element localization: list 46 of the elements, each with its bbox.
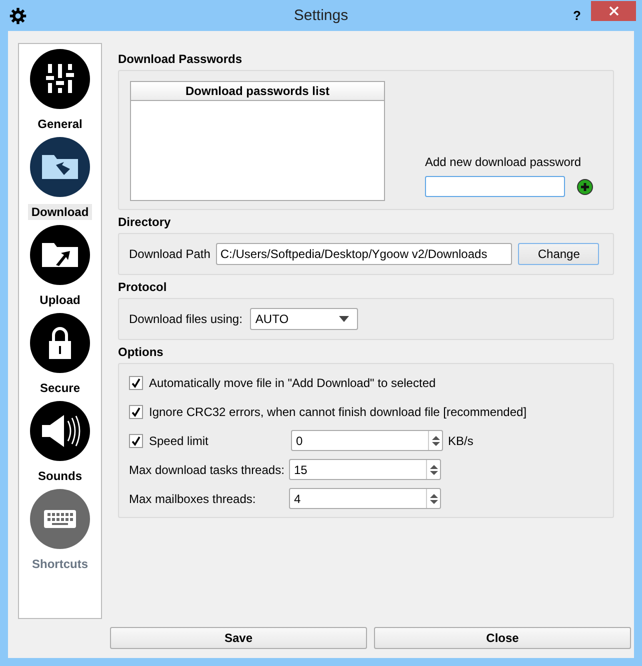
spin-arrows-icon bbox=[432, 434, 440, 446]
option-label: Automatically move file in "Add Download" to selected bbox=[149, 376, 436, 390]
sliders-icon bbox=[30, 49, 90, 109]
field-label: Add new download password bbox=[425, 155, 582, 169]
change-button[interactable]: Change bbox=[518, 243, 600, 265]
unit-label: KB/s bbox=[448, 434, 474, 448]
close-dialog-button[interactable]: Close bbox=[374, 627, 631, 649]
number-spinbox[interactable]: 4 bbox=[289, 488, 441, 509]
path-field[interactable]: C:/Users/Softpedia/Desktop/Ygoow v2/Downloads bbox=[216, 243, 512, 265]
close-button[interactable] bbox=[591, 0, 636, 20]
checkbox[interactable] bbox=[129, 404, 143, 418]
caret-icon bbox=[339, 316, 350, 322]
option-label: Max mailboxes threads: bbox=[129, 492, 257, 506]
number-spinbox[interactable]: 15 bbox=[289, 459, 441, 480]
number-spinbox[interactable]: 0 bbox=[291, 430, 443, 451]
sidebar-item[interactable]: Download bbox=[28, 137, 92, 225]
section-heading: Options bbox=[118, 345, 164, 359]
option-label: Max download tasks threads: bbox=[129, 462, 286, 476]
checkbox[interactable] bbox=[129, 376, 143, 390]
add-icon[interactable] bbox=[577, 178, 593, 194]
sidebar-item[interactable]: Secure bbox=[30, 313, 90, 401]
spin-arrows-icon bbox=[430, 464, 438, 476]
padlock-icon bbox=[30, 313, 90, 373]
sidebar-item[interactable]: General bbox=[30, 49, 90, 137]
close-icon bbox=[608, 6, 618, 16]
section-heading: Download Passwords bbox=[118, 52, 244, 66]
field-label: Download files using: bbox=[129, 312, 242, 326]
option-label: Speed limit bbox=[149, 434, 210, 448]
speaker-icon bbox=[30, 401, 90, 461]
window-title: Settings bbox=[294, 7, 348, 24]
column-header: Download passwords list bbox=[131, 82, 384, 101]
protocol-dropdown[interactable]: AUTO bbox=[250, 308, 358, 330]
password-field[interactable] bbox=[425, 176, 565, 197]
option-label: Ignore CRC32 errors, when cannot finish download file [recommended] bbox=[149, 404, 527, 418]
keyboard-icon bbox=[30, 489, 90, 549]
folder-icon bbox=[30, 225, 90, 285]
save-button[interactable]: Save bbox=[110, 627, 367, 649]
sidebar-item[interactable]: Upload bbox=[30, 225, 90, 313]
field-label: Download Path bbox=[129, 247, 210, 261]
checkbox[interactable] bbox=[129, 434, 143, 448]
help-button[interactable]: ? bbox=[563, 6, 591, 26]
sidebar-item[interactable]: Sounds bbox=[30, 401, 90, 489]
section-heading: Protocol bbox=[118, 280, 168, 294]
folder-icon bbox=[30, 137, 90, 197]
section-heading: Directory bbox=[118, 215, 172, 229]
spin-arrows-icon bbox=[430, 492, 438, 504]
